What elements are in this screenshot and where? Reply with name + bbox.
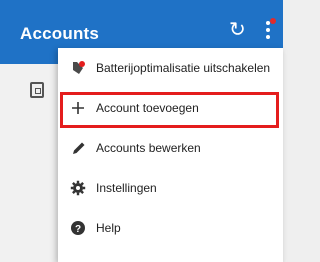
battery-optimization-icon	[70, 60, 86, 76]
menu-item-label: Account toevoegen	[96, 101, 199, 115]
menu-item-edit-accounts[interactable]: Accounts bewerken	[58, 128, 283, 168]
refresh-icon[interactable]: ↻	[229, 20, 246, 40]
pencil-icon	[70, 140, 86, 156]
menu-item-label: Accounts bewerken	[96, 141, 201, 155]
menu-item-label: Instellingen	[96, 181, 157, 195]
notification-dot	[270, 18, 276, 24]
more-options-icon[interactable]	[266, 18, 276, 41]
app-title: Accounts	[20, 24, 100, 43]
plus-icon	[70, 100, 86, 116]
svg-text:?: ?	[75, 224, 81, 235]
menu-item-add-account[interactable]: Account toevoegen	[58, 88, 283, 128]
menu-item-battery-optimization[interactable]: Batterijoptimalisatie uitschakelen	[58, 48, 283, 88]
gear-icon	[70, 180, 86, 196]
help-icon: ?	[70, 220, 86, 236]
menu-item-help[interactable]: ? Help	[58, 208, 283, 248]
account-icon	[30, 82, 44, 98]
menu-item-label: Help	[96, 221, 121, 235]
overflow-menu: Batterijoptimalisatie uitschakelen Accou…	[58, 48, 283, 262]
menu-item-settings[interactable]: Instellingen	[58, 168, 283, 208]
menu-item-label: Batterijoptimalisatie uitschakelen	[96, 61, 271, 75]
